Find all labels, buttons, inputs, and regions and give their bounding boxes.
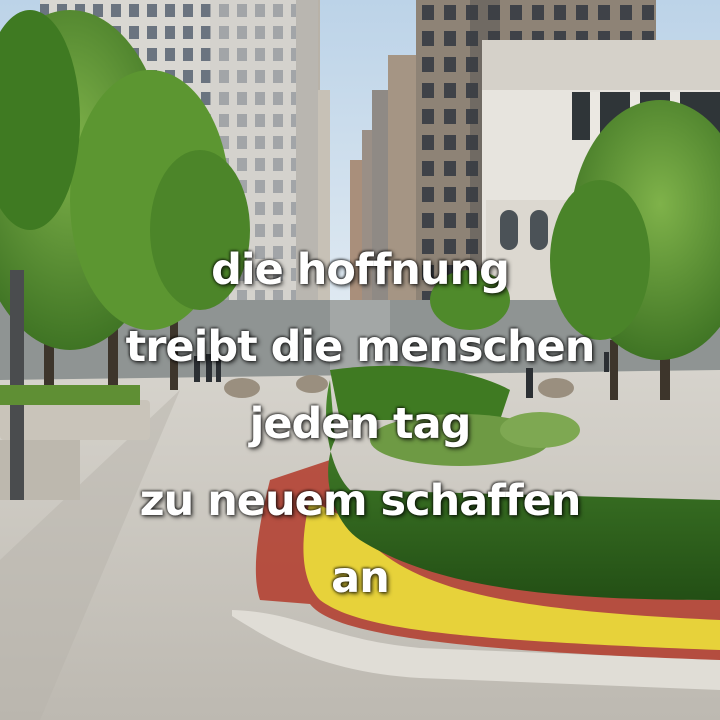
photo-scene: die hoffnung treibt die menschen jeden t… <box>0 0 720 720</box>
quote-line-5: an <box>331 553 390 603</box>
quote-overlay: die hoffnung treibt die menschen jeden t… <box>0 232 720 617</box>
quote-line-2: treibt die menschen <box>125 322 596 372</box>
quote-line-4: zu neuem schaffen <box>139 476 582 526</box>
quote-line-1: die hoffnung <box>211 245 510 295</box>
quote-line-3: jeden tag <box>249 399 472 449</box>
